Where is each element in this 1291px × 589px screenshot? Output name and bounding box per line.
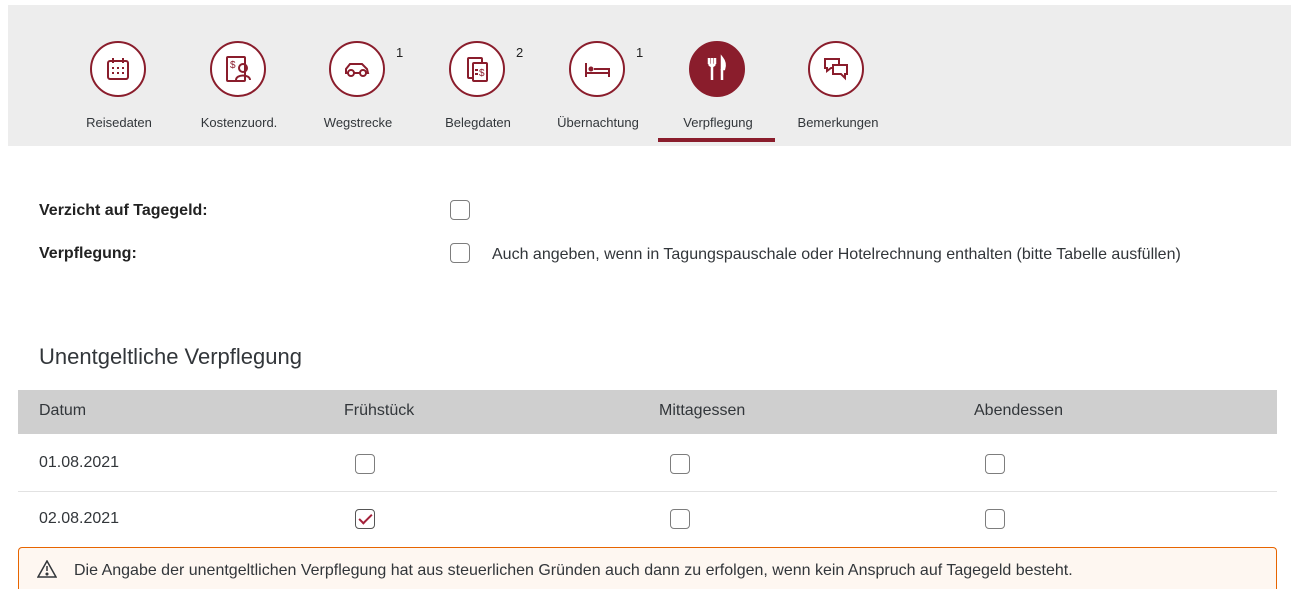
row-date: 01.08.2021 [39, 454, 120, 471]
tab-reisedaten-circle [90, 41, 146, 97]
tab-bemerkungen[interactable]: Bemerkungen [788, 5, 908, 146]
col-header-fruehstueck: Frühstück [344, 402, 415, 419]
tab-kostenzuord-circle: $ [210, 41, 266, 97]
tab-reisedaten-label: Reisedaten [86, 115, 152, 130]
tab-wegstrecke[interactable]: 1 Wegstrecke [308, 5, 428, 146]
mittagessen-checkbox[interactable] [670, 454, 690, 474]
cost-assignment-icon: $ [226, 56, 251, 82]
tab-uebernachtung-count: 1 [636, 45, 644, 60]
tab-wegstrecke-circle [329, 41, 385, 97]
col-header-mittagessen: Mittagessen [659, 402, 746, 419]
fruehstueck-checkbox-checked[interactable] [355, 509, 375, 529]
tab-belegdaten-label: Belegdaten [445, 115, 511, 130]
verpflegung-label: Verpflegung: [39, 245, 137, 262]
calendar-icon [107, 58, 129, 80]
tab-verpflegung-label: Verpflegung [683, 115, 753, 130]
verzicht-checkbox[interactable] [450, 200, 470, 220]
tab-verpflegung-circle [689, 41, 745, 97]
bed-icon [585, 63, 610, 77]
table-header [18, 390, 1277, 434]
tab-bemerkungen-label: Bemerkungen [797, 115, 879, 130]
tab-belegdaten-count: 2 [516, 45, 524, 60]
tab-kostenzuord-label: Kostenzuord. [200, 115, 278, 130]
abendessen-checkbox[interactable] [985, 509, 1005, 529]
tab-uebernachtung-label: Übernachtung [557, 115, 639, 130]
warning-icon [37, 560, 57, 578]
col-header-abendessen: Abendessen [974, 402, 1063, 419]
mittagessen-checkbox[interactable] [670, 509, 690, 529]
car-icon [345, 63, 370, 77]
warning-text: Die Angabe der unentgeltlichen Verpflegu… [74, 562, 1073, 579]
warning-message-strip: Die Angabe der unentgeltlichen Verpflegu… [18, 547, 1277, 589]
svg-text:$: $ [479, 68, 485, 79]
row-divider [18, 491, 1277, 492]
section-title: Unentgeltliche Verpflegung [39, 344, 302, 369]
verpflegung-checkbox[interactable] [450, 243, 470, 263]
verpflegung-hint: Auch angeben, wenn in Tagungspauschale o… [492, 246, 1181, 263]
tab-wegstrecke-label: Wegstrecke [323, 115, 393, 130]
receipt-icon: $ [467, 57, 488, 82]
tab-reisedaten[interactable]: Reisedaten [8, 5, 152, 146]
tab-kostenzuord[interactable]: $ Kostenzuord. [188, 5, 308, 146]
cutlery-icon [707, 54, 726, 80]
tab-bar: Reisedaten $ Kostenzuord. 1 Wegstrecke $… [8, 5, 1291, 146]
tab-bemerkungen-circle [808, 41, 864, 97]
tab-uebernachtung-circle [569, 41, 625, 97]
tab-belegdaten-circle: $ [449, 41, 505, 97]
tab-verpflegung-underline [658, 138, 775, 142]
tab-belegdaten[interactable]: $ 2 Belegdaten [428, 5, 548, 146]
tab-uebernachtung[interactable]: 1 Übernachtung [548, 5, 668, 146]
comments-icon [824, 58, 848, 81]
tab-wegstrecke-count: 1 [396, 45, 404, 60]
svg-text:$: $ [230, 60, 236, 71]
tab-verpflegung[interactable]: Verpflegung [658, 5, 788, 146]
verzicht-label: Verzicht auf Tagegeld: [39, 202, 208, 219]
row-date: 02.08.2021 [39, 510, 120, 527]
fruehstueck-checkbox[interactable] [355, 454, 375, 474]
col-header-datum: Datum [39, 402, 87, 419]
abendessen-checkbox[interactable] [985, 454, 1005, 474]
